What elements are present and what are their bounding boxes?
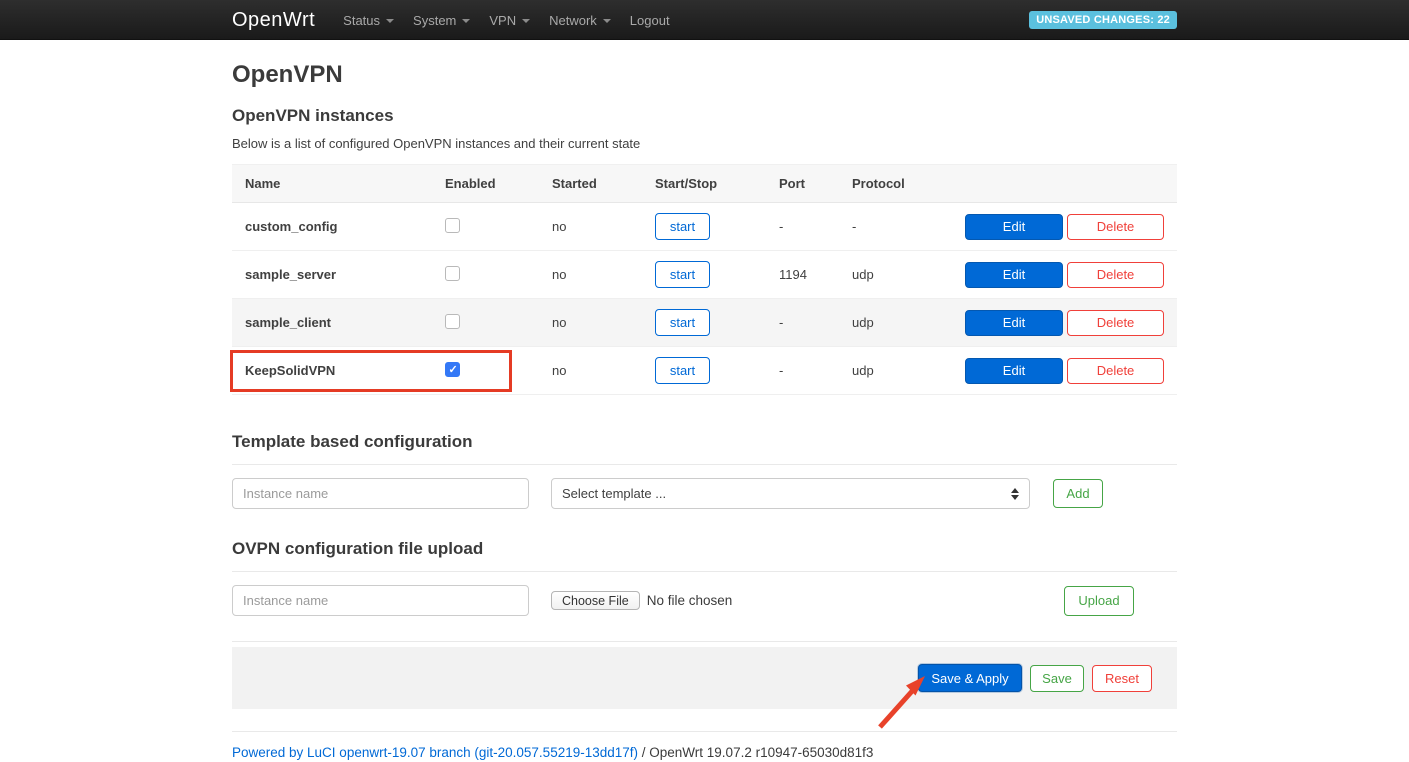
edit-button[interactable]: Edit [965, 262, 1063, 288]
nav-item-logout[interactable]: Logout [630, 13, 670, 28]
top-navbar: OpenWrt Status System VPN Network Logout… [0, 0, 1409, 40]
table-row-keepsolidvpn: KeepSolidVPN no start - udp Edit Delete [232, 347, 1177, 395]
delete-button[interactable]: Delete [1067, 262, 1164, 288]
col-header-started: Started [539, 176, 642, 191]
protocol-value: udp [839, 315, 952, 330]
reset-button[interactable]: Reset [1092, 665, 1152, 692]
delete-button[interactable]: Delete [1067, 310, 1164, 336]
select-spinner-icon [1011, 488, 1019, 500]
choose-file-button[interactable]: Choose File [551, 591, 640, 610]
started-value: no [539, 363, 642, 378]
template-instance-name-input[interactable] [232, 478, 529, 509]
upload-button[interactable]: Upload [1064, 586, 1134, 616]
instances-description: Below is a list of configured OpenVPN in… [232, 136, 1177, 151]
protocol-value: udp [839, 363, 952, 378]
nav-item-label: Status [343, 13, 380, 28]
table-row-sample-server: sample_server no start 1194 udp Edit Del… [232, 251, 1177, 299]
delete-button[interactable]: Delete [1067, 358, 1164, 384]
table-header-row: Name Enabled Started Start/Stop Port Pro… [232, 165, 1177, 203]
edit-button[interactable]: Edit [965, 358, 1063, 384]
enabled-checkbox[interactable] [445, 314, 460, 329]
template-select[interactable]: Select template ... [551, 478, 1030, 509]
upload-section-heading: OVPN configuration file upload [232, 539, 1177, 559]
page-title: OpenVPN [232, 61, 1177, 89]
enabled-checkbox[interactable] [445, 218, 460, 233]
instance-name: KeepSolidVPN [232, 363, 432, 378]
instance-name: custom_config [232, 219, 432, 234]
delete-button[interactable]: Delete [1067, 214, 1164, 240]
enabled-checkbox[interactable] [445, 266, 460, 281]
nav-item-label: System [413, 13, 456, 28]
started-value: no [539, 267, 642, 282]
instance-name: sample_server [232, 267, 432, 282]
footer: Powered by LuCI openwrt-19.07 branch (gi… [232, 745, 1177, 760]
add-button[interactable]: Add [1053, 479, 1103, 508]
chevron-down-icon [386, 19, 394, 23]
protocol-value: udp [839, 267, 952, 282]
brand-logo: OpenWrt [232, 9, 315, 32]
chevron-down-icon [603, 19, 611, 23]
nav-item-label: VPN [489, 13, 516, 28]
chevron-down-icon [462, 19, 470, 23]
col-header-startstop: Start/Stop [642, 176, 766, 191]
start-button[interactable]: start [655, 213, 710, 240]
started-value: no [539, 219, 642, 234]
luci-footer-link[interactable]: Powered by LuCI openwrt-19.07 branch (gi… [232, 745, 638, 760]
port-value: - [766, 315, 839, 330]
instances-table: Name Enabled Started Start/Stop Port Pro… [232, 164, 1177, 395]
table-row-sample-client: sample_client no start - udp Edit Delete [232, 299, 1177, 347]
instance-name: sample_client [232, 315, 432, 330]
col-header-port: Port [766, 176, 839, 191]
col-header-name: Name [232, 176, 432, 191]
page-actions-bar: Save & Apply Save Reset [232, 647, 1177, 709]
edit-button[interactable]: Edit [965, 214, 1063, 240]
started-value: no [539, 315, 642, 330]
nav-item-vpn[interactable]: VPN [489, 13, 530, 28]
file-chosen-status: No file chosen [647, 593, 733, 608]
port-value: - [766, 219, 839, 234]
save-apply-button[interactable]: Save & Apply [918, 664, 1022, 692]
col-header-enabled: Enabled [432, 176, 539, 191]
upload-instance-name-input[interactable] [232, 585, 529, 616]
save-button[interactable]: Save [1030, 665, 1084, 692]
nav-item-system[interactable]: System [413, 13, 470, 28]
protocol-value: - [839, 219, 952, 234]
start-button[interactable]: start [655, 309, 710, 336]
port-value: - [766, 363, 839, 378]
table-row-custom-config: custom_config no start - - Edit Delete [232, 203, 1177, 251]
nav-item-label: Network [549, 13, 597, 28]
instances-heading: OpenVPN instances [232, 106, 1177, 126]
start-button[interactable]: start [655, 261, 710, 288]
nav-item-label: Logout [630, 13, 670, 28]
enabled-checkbox[interactable] [445, 362, 460, 377]
template-select-value: Select template ... [562, 486, 666, 501]
start-button[interactable]: start [655, 357, 710, 384]
port-value: 1194 [766, 267, 839, 282]
edit-button[interactable]: Edit [965, 310, 1063, 336]
footer-version-text: / OpenWrt 19.07.2 r10947-65030d81f3 [638, 745, 873, 760]
nav-item-status[interactable]: Status [343, 13, 394, 28]
template-section-heading: Template based configuration [232, 432, 1177, 452]
unsaved-changes-badge[interactable]: UNSAVED CHANGES: 22 [1029, 11, 1177, 29]
chevron-down-icon [522, 19, 530, 23]
nav-item-network[interactable]: Network [549, 13, 611, 28]
col-header-protocol: Protocol [839, 176, 952, 191]
